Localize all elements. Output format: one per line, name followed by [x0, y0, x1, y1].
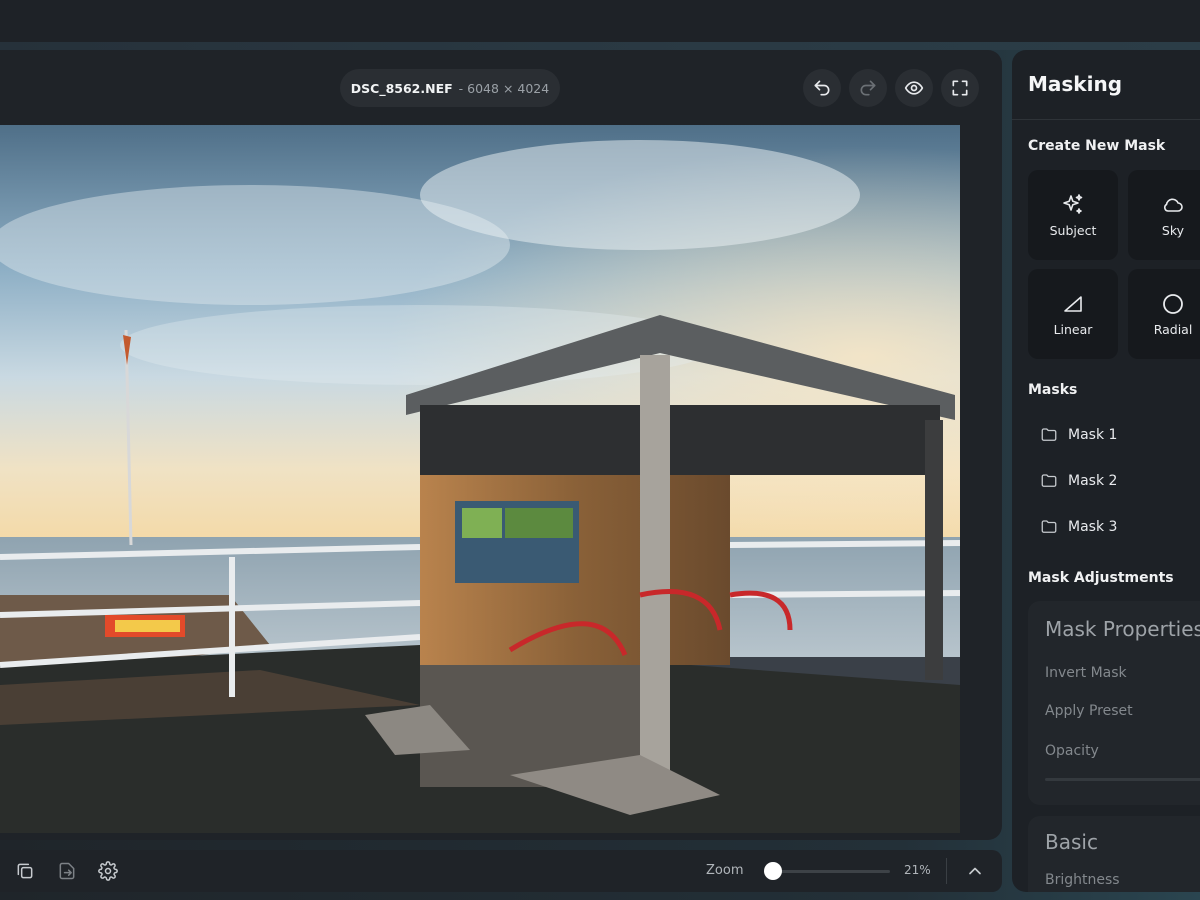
bottombar-divider [946, 858, 947, 884]
mask-properties-card: Mask Properties Invert Mask Apply Preset… [1028, 601, 1200, 805]
mask-list-item-label: Mask 1 [1068, 427, 1118, 443]
brightness-row: Brightness [1045, 872, 1120, 888]
mask-type-label: Linear [1053, 321, 1093, 337]
redo-icon [860, 80, 876, 96]
create-mask-heading: Create New Mask [1028, 138, 1166, 154]
panel-divider [1012, 119, 1200, 120]
file-dimensions: - 6048 × 4024 [458, 80, 550, 96]
mask-properties-title: Mask Properties [1045, 617, 1200, 641]
invert-mask-row[interactable]: Invert Mask [1045, 665, 1127, 681]
fullscreen-icon [952, 80, 968, 96]
cloud-icon [1164, 198, 1183, 212]
folder-icon [1041, 474, 1057, 487]
undo-button[interactable] [803, 69, 841, 107]
photo-canvas[interactable] [0, 125, 960, 833]
mask-list-item[interactable]: Mask 2 [1040, 470, 1117, 492]
mask-type-label: Sky [1161, 222, 1185, 238]
undo-icon [814, 80, 830, 96]
mask-type-label: Subject [1049, 222, 1097, 238]
eye-icon [904, 81, 924, 95]
file-name: DSC_8562.NEF [350, 80, 453, 96]
zoom-percent: 21% [904, 863, 931, 877]
app-topbar [0, 0, 1200, 42]
fullscreen-button[interactable] [941, 69, 979, 107]
basic-title: Basic [1045, 830, 1098, 854]
preview-button[interactable] [895, 69, 933, 107]
bottom-toolbar: Zoom 21% [0, 850, 1002, 892]
mask-type-subject[interactable]: Subject [1028, 170, 1118, 260]
file-info-pill: DSC_8562.NEF - 6048 × 4024 [340, 69, 560, 107]
masks-heading: Masks [1028, 382, 1078, 398]
apply-preset-row[interactable]: Apply Preset [1045, 703, 1133, 719]
editor-panel: DSC_8562.NEF - 6048 × 4024 [0, 50, 1002, 840]
mask-list-item-label: Mask 2 [1068, 473, 1118, 489]
copy-icon[interactable] [15, 861, 35, 881]
mask-adjustments-heading: Mask Adjustments [1028, 570, 1174, 586]
chevron-up-icon[interactable] [965, 861, 985, 881]
mask-type-linear[interactable]: Linear [1028, 269, 1118, 359]
mask-list-item[interactable]: Mask 1 [1040, 424, 1117, 446]
sparkle-icon [1063, 193, 1083, 214]
mask-type-sky[interactable]: Sky [1128, 170, 1200, 260]
panel-title: Masking [1028, 72, 1123, 96]
zoom-slider-track[interactable] [764, 870, 890, 873]
mask-list-item-label: Mask 3 [1068, 519, 1118, 535]
folder-icon [1041, 428, 1057, 441]
linear-gradient-icon [1064, 295, 1082, 312]
opacity-row: Opacity [1045, 743, 1099, 759]
topbar-edge [0, 42, 1200, 50]
mask-type-label: Radial [1153, 321, 1193, 337]
zoom-slider-handle[interactable] [764, 862, 782, 880]
redo-button[interactable] [849, 69, 887, 107]
settings-icon[interactable] [98, 861, 118, 881]
photo-image [0, 125, 960, 833]
export-icon[interactable] [57, 861, 77, 881]
mask-type-radial[interactable]: Radial [1128, 269, 1200, 359]
masking-panel: Masking Create New Mask Subject Sky Line… [1012, 50, 1200, 892]
folder-icon [1041, 520, 1057, 533]
zoom-label: Zoom [706, 863, 744, 878]
opacity-slider[interactable] [1045, 778, 1200, 781]
basic-card: Basic Brightness [1028, 816, 1200, 892]
mask-list-item[interactable]: Mask 3 [1040, 516, 1117, 538]
circle-icon [1163, 293, 1183, 314]
